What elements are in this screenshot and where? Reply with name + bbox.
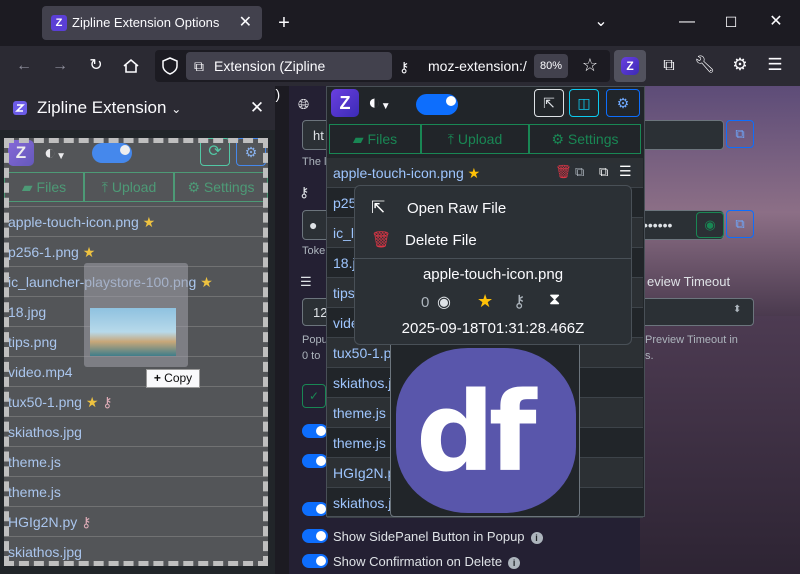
open-external-icon[interactable]: ⇱ xyxy=(534,89,564,117)
file-name: theme.js xyxy=(333,405,386,421)
close-sidebar-icon[interactable]: ✕ xyxy=(247,98,267,118)
key-icon: ⚷ xyxy=(513,292,526,311)
file-name: apple-touch-icon.png xyxy=(333,165,464,181)
star-icon: ★ xyxy=(463,165,481,181)
zipline-extension-button[interactable]: Z xyxy=(614,50,646,82)
bookmark-star-icon[interactable]: ☆ xyxy=(579,55,601,75)
theme-contrast-icon[interactable]: ◐▼ xyxy=(368,91,391,115)
menu-filename: apple-touch-icon.png xyxy=(422,266,564,283)
back-icon[interactable]: ← xyxy=(14,56,34,76)
file-name: p25 xyxy=(333,195,357,211)
settings-gear-icon[interactable]: ⚙ xyxy=(730,55,750,75)
delete-file-item[interactable]: 🗑︎ Delete File xyxy=(355,228,631,258)
toggle-switch[interactable] xyxy=(302,424,328,438)
preview-image: df xyxy=(396,348,576,513)
copy-drag-tooltip: + Copy xyxy=(146,369,200,388)
upload-icon: ⤒ xyxy=(447,131,454,147)
popup-toggle-switch[interactable] xyxy=(416,94,458,115)
zipline-sidebar-icon xyxy=(12,100,28,116)
shield-icon[interactable] xyxy=(162,57,178,75)
zipline-logo-icon[interactable]: Z xyxy=(331,89,359,117)
url-text[interactable]: moz-extension:/ xyxy=(428,58,527,74)
file-name: tips xyxy=(333,285,355,301)
list-number-icon: ☰ xyxy=(300,274,312,289)
files-button[interactable]: ▰ Files xyxy=(329,124,421,154)
key-icon[interactable]: ⚷ xyxy=(399,59,409,76)
menu-icon[interactable]: ☰ xyxy=(765,55,785,75)
new-tab-button[interactable]: + xyxy=(274,13,294,33)
settings-gears-icon[interactable]: ⚙ xyxy=(606,89,640,117)
background-image-lower xyxy=(640,316,800,574)
tab-close-icon[interactable]: ✕ xyxy=(239,12,252,32)
reload-icon[interactable]: ↻ xyxy=(86,56,106,76)
token-hint: Toke xyxy=(302,245,326,257)
sidepanel-icon[interactable]: ◫ xyxy=(569,89,599,117)
hamburger-menu-icon[interactable]: ☰ xyxy=(619,163,632,180)
folder-icon: ▰ xyxy=(352,131,364,147)
extensions-icon[interactable]: ⧉ xyxy=(659,56,679,76)
file-name: theme.js xyxy=(333,435,386,451)
chevron-down-icon: ⌄ xyxy=(171,102,182,116)
zipline-logo-icon: Z xyxy=(621,57,639,75)
info-icon[interactable]: i xyxy=(530,531,543,544)
file-name: HGIg2N.p xyxy=(333,465,396,481)
trash-icon: 🗑︎ xyxy=(371,232,392,249)
popup-nav-buttons: ▰ Files ⤒ Upload ⚙ Settings xyxy=(329,124,641,154)
upload-date: 2025-09-18T01:31:28.466Z xyxy=(401,320,585,337)
trash-icon[interactable]: 🗑︎ xyxy=(555,164,572,180)
minimize-icon[interactable]: — xyxy=(677,12,697,32)
zoom-indicator[interactable]: 80% xyxy=(534,54,568,78)
hourglass-icon: ⧗ xyxy=(549,291,561,308)
forward-icon[interactable]: → xyxy=(50,56,70,76)
puzzle-icon: ⧉ xyxy=(194,58,204,74)
zipline-logo-icon: Z xyxy=(51,15,67,31)
tab-zipline-options[interactable]: Z Zipline Extension Options ✕ xyxy=(42,6,262,40)
preview-timeout-label: eview Timeout xyxy=(647,274,731,289)
menu-divider xyxy=(355,258,631,259)
copy-link-icon[interactable]: ⧉ xyxy=(599,164,608,180)
toggle-switch[interactable] xyxy=(302,454,328,468)
home-icon[interactable] xyxy=(122,57,140,75)
copy-url-button[interactable]: ⧉ xyxy=(726,120,754,148)
file-name: tux50-1.p xyxy=(333,345,392,361)
file-context-menu: ⇱ Open Raw File 🗑︎ Delete File apple-tou… xyxy=(354,185,632,345)
wrench-icon[interactable]: 🔧︎ xyxy=(694,55,716,75)
eye-icon: ◉ xyxy=(437,294,451,311)
file-name: skiathos.j xyxy=(333,495,392,511)
toggle-sidepanel-button[interactable] xyxy=(302,529,328,543)
globe-icon: 🌐︎ xyxy=(298,96,310,112)
tab-title: Zipline Extension Options xyxy=(72,15,220,30)
toggle-label-sidepanel: Show SidePanel Button in Popup i xyxy=(333,529,543,544)
view-count: 0 xyxy=(421,294,430,311)
toggle-confirm-delete[interactable] xyxy=(302,554,328,568)
save-check-button[interactable]: ✓ xyxy=(302,384,326,408)
sidebar-title[interactable]: Zipline Extension ⌄ xyxy=(37,98,181,118)
copy-icon[interactable]: ⧉ xyxy=(575,164,584,180)
star-icon: ★ xyxy=(477,291,494,311)
close-window-icon[interactable]: ✕ xyxy=(766,12,786,32)
toggle-switch[interactable] xyxy=(302,502,328,516)
list-all-tabs-icon[interactable]: ⌄ xyxy=(591,12,611,32)
open-external-icon: ⇱ xyxy=(371,198,386,217)
settings-button[interactable]: ⚙ Settings xyxy=(529,124,641,154)
maximize-icon[interactable]: ☐ xyxy=(721,12,741,32)
dragged-image-thumbnail xyxy=(90,308,176,356)
identity-pill[interactable]: ⧉ Extension (Zipline Extension) xyxy=(186,52,392,102)
info-icon[interactable]: i xyxy=(508,556,521,569)
copy-token-button[interactable]: ⧉ xyxy=(726,210,754,238)
url-hint: The l xyxy=(302,156,327,168)
file-name: skiathos.j xyxy=(333,375,392,391)
stepper-icon[interactable]: ⬍ xyxy=(733,304,741,315)
open-raw-file-item[interactable]: ⇱ Open Raw File xyxy=(355,196,631,226)
gear-icon: ⚙ xyxy=(551,131,565,147)
toggle-label-confirm-delete: Show Confirmation on Delete i xyxy=(333,554,521,569)
show-token-eye-icon[interactable]: ◉ xyxy=(696,212,724,238)
file-actions: 🗑︎ ⧉ ⧉ ☰ xyxy=(553,163,637,183)
key-label-icon: ⚷ xyxy=(299,184,310,200)
upload-button[interactable]: ⤒ Upload xyxy=(421,124,529,154)
